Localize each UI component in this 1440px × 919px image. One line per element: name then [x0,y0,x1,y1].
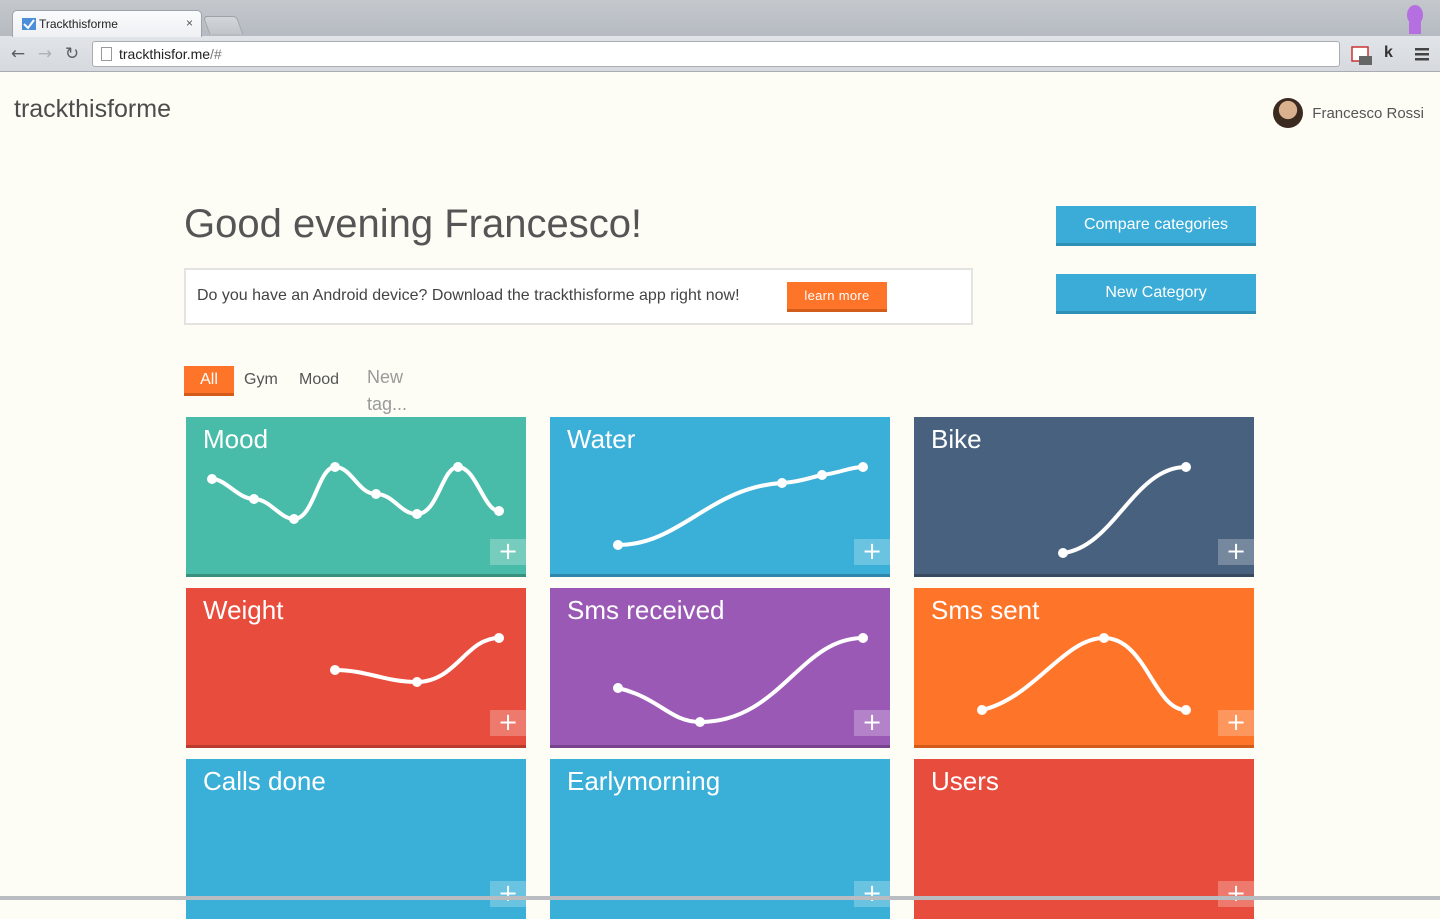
category-card-water[interactable]: Water + [550,417,890,577]
learn-more-button[interactable]: learn more [787,282,887,312]
card-title: Users [931,766,999,796]
tab-title: Trackthisforme [39,17,118,31]
add-entry-button[interactable]: + [490,710,526,736]
android-promo-banner: Do you have an Android device? Download … [184,268,973,325]
add-entry-button[interactable]: + [490,539,526,565]
page-title: Good evening Francesco! [184,202,643,246]
tab-close-icon[interactable]: × [186,16,193,30]
browser-tab[interactable]: Trackthisforme × [12,10,202,37]
category-card-calls-done[interactable]: Calls done + [186,759,526,919]
add-entry-button[interactable]: + [854,710,890,736]
category-card-users[interactable]: Users + [914,759,1254,919]
browser-profile-icon[interactable] [1404,4,1426,34]
sparkline [613,462,868,550]
address-bar[interactable]: trackthisfor.me/# [92,41,1340,67]
compare-categories-button[interactable]: Compare categories [1056,206,1256,246]
add-entry-button[interactable]: + [854,539,890,565]
new-category-button[interactable]: New Category [1056,274,1256,314]
new-tag-input[interactable]: New tag... [367,364,407,414]
new-tab-button[interactable] [202,16,244,34]
menu-icon[interactable] [1415,47,1429,61]
category-card-sms-received[interactable]: Sms received + [550,588,890,748]
promo-text: Do you have an Android device? Download … [197,287,740,304]
category-card-sms-sent[interactable]: Sms sent + [914,588,1254,748]
add-entry-button[interactable]: + [1218,710,1254,736]
user-name[interactable]: Francesco Rossi [1312,105,1424,122]
reload-icon[interactable]: ↻ [62,44,82,64]
sparkline [330,633,504,687]
card-title: Calls done [203,766,326,796]
window-bottom-edge [0,896,1440,900]
add-entry-button[interactable]: + [490,881,526,907]
add-entry-button[interactable]: + [854,881,890,907]
add-entry-button[interactable]: + [1218,539,1254,565]
add-entry-button[interactable]: + [1218,881,1254,907]
category-card-bike[interactable]: Bike + [914,417,1254,577]
forward-icon[interactable]: → [35,44,55,64]
tag-gym[interactable]: Gym [244,366,278,396]
category-card-mood[interactable]: Mood + [186,417,526,577]
tag-mood[interactable]: Mood [299,366,339,396]
sparkline [1058,462,1191,558]
calendar-extension-icon[interactable] [1351,46,1373,66]
page: trackthisforme Francesco Rossi Good even… [0,72,1440,919]
k-extension-icon[interactable]: k [1384,44,1393,62]
sparkline [977,633,1191,715]
back-icon[interactable]: ← [8,44,28,64]
sparkline [613,633,868,727]
page-icon [101,47,112,61]
category-card-earlymorning[interactable]: Earlymorning + [550,759,890,919]
url-text[interactable]: trackthisfor.me/# [119,46,222,62]
favicon-icon [22,18,36,30]
card-title: Earlymorning [567,766,721,796]
brand-logo[interactable]: trackthisforme [14,95,171,124]
avatar[interactable] [1273,98,1304,128]
tab-strip: Trackthisforme × [0,0,1440,37]
sparkline [207,462,504,524]
tag-all[interactable]: All [184,366,234,396]
browser-chrome: Trackthisforme × ← → ↻ trackthisfor.me/#… [0,0,1440,72]
user-menu[interactable]: Francesco Rossi [1273,98,1424,128]
category-card-weight[interactable]: Weight + [186,588,526,748]
